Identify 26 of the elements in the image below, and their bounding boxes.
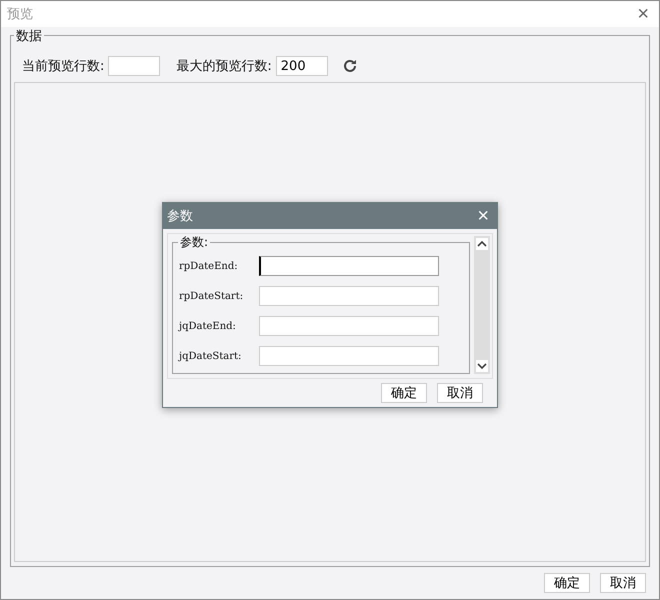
dialog-close-button[interactable]: ×	[473, 206, 493, 226]
window-button[interactable]: 取消	[600, 573, 646, 593]
scrollbar[interactable]	[474, 236, 490, 374]
window-title: 预览	[7, 6, 33, 23]
parameter-field[interactable]	[259, 286, 439, 306]
current-rows-field[interactable]	[108, 56, 160, 76]
max-rows-field[interactable]: 200	[276, 56, 328, 76]
parameter-field[interactable]	[259, 256, 439, 276]
parameter-label: jqDateEnd:	[179, 320, 237, 332]
scroll-up-icon[interactable]	[476, 238, 488, 250]
current-rows-label: 当前预览行数:	[22, 58, 104, 75]
dialog-button[interactable]: 确定	[381, 383, 427, 403]
parameter-field[interactable]	[259, 346, 439, 366]
max-rows-label: 最大的预览行数:	[176, 58, 272, 75]
parameter-label: rpDateStart:	[179, 290, 244, 302]
parameter-label: rpDateEnd:	[179, 260, 239, 272]
parameter-group-title: 参数:	[178, 234, 210, 251]
parameter-label: jqDateStart:	[179, 350, 242, 362]
dialog-title: 参数	[167, 208, 193, 225]
scroll-down-icon[interactable]	[476, 360, 488, 372]
refresh-icon[interactable]	[342, 58, 358, 74]
dialog-button[interactable]: 取消	[437, 383, 483, 403]
group-title: 数据	[14, 27, 44, 45]
close-button[interactable]: ×	[633, 4, 653, 24]
window-button[interactable]: 确定	[544, 573, 590, 593]
parameter-field[interactable]	[259, 316, 439, 336]
